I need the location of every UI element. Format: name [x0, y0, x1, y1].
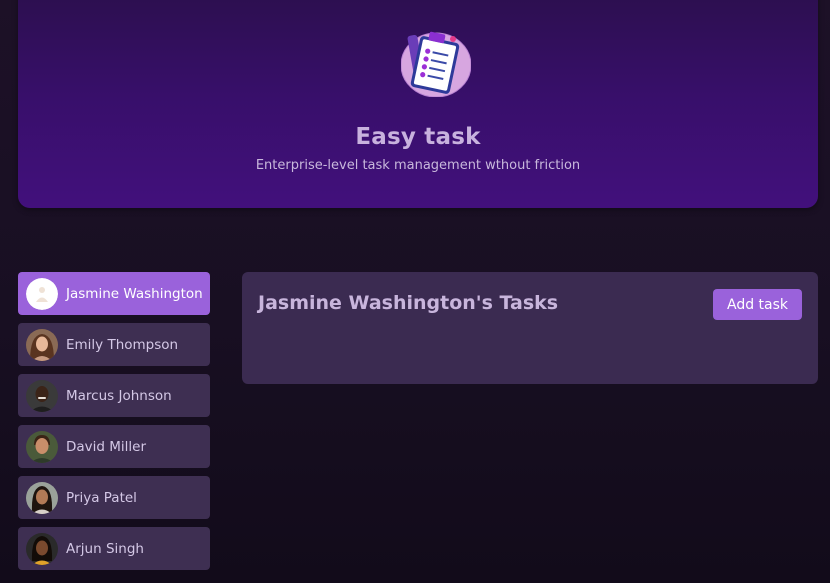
- user-name: Priya Patel: [66, 489, 137, 506]
- app-title: Easy task: [355, 124, 481, 150]
- user-item-emily-thompson[interactable]: Emily Thompson: [18, 323, 210, 366]
- app-subtitle: Enterprise-level task management wthout …: [255, 158, 581, 173]
- user-item-marcus-johnson[interactable]: Marcus Johnson: [18, 374, 210, 417]
- user-item-david-miller[interactable]: David Miller: [18, 425, 210, 468]
- user-name: Jasmine Washington: [66, 285, 203, 302]
- tasks-panel: Jasmine Washington's Tasks Add task: [242, 272, 818, 384]
- tasks-title: Jasmine Washington's Tasks: [258, 292, 559, 314]
- user-name: Marcus Johnson: [66, 387, 172, 404]
- user-avatar: [26, 328, 58, 361]
- user-name: Emily Thompson: [66, 336, 179, 353]
- user-name: Arjun Singh: [66, 540, 144, 557]
- user-list: Jasmine Washington Emily Thompson Marcus…: [18, 272, 210, 578]
- user-item-priya-patel[interactable]: Priya Patel: [18, 476, 210, 519]
- user-item-arjun-singh[interactable]: Arjun Singh: [18, 527, 210, 570]
- clipboard-checklist-icon: [401, 31, 471, 97]
- add-task-button[interactable]: Add task: [713, 289, 802, 320]
- user-item-jasmine-washington[interactable]: Jasmine Washington: [18, 272, 210, 315]
- user-avatar: [26, 481, 58, 514]
- user-avatar: [26, 532, 58, 565]
- user-name: David Miller: [66, 438, 147, 455]
- placeholder-avatar-icon: [26, 277, 58, 310]
- user-avatar: [26, 379, 58, 412]
- app-header: Easy task Enterprise-level task manageme…: [18, 0, 818, 208]
- user-avatar: [26, 430, 58, 463]
